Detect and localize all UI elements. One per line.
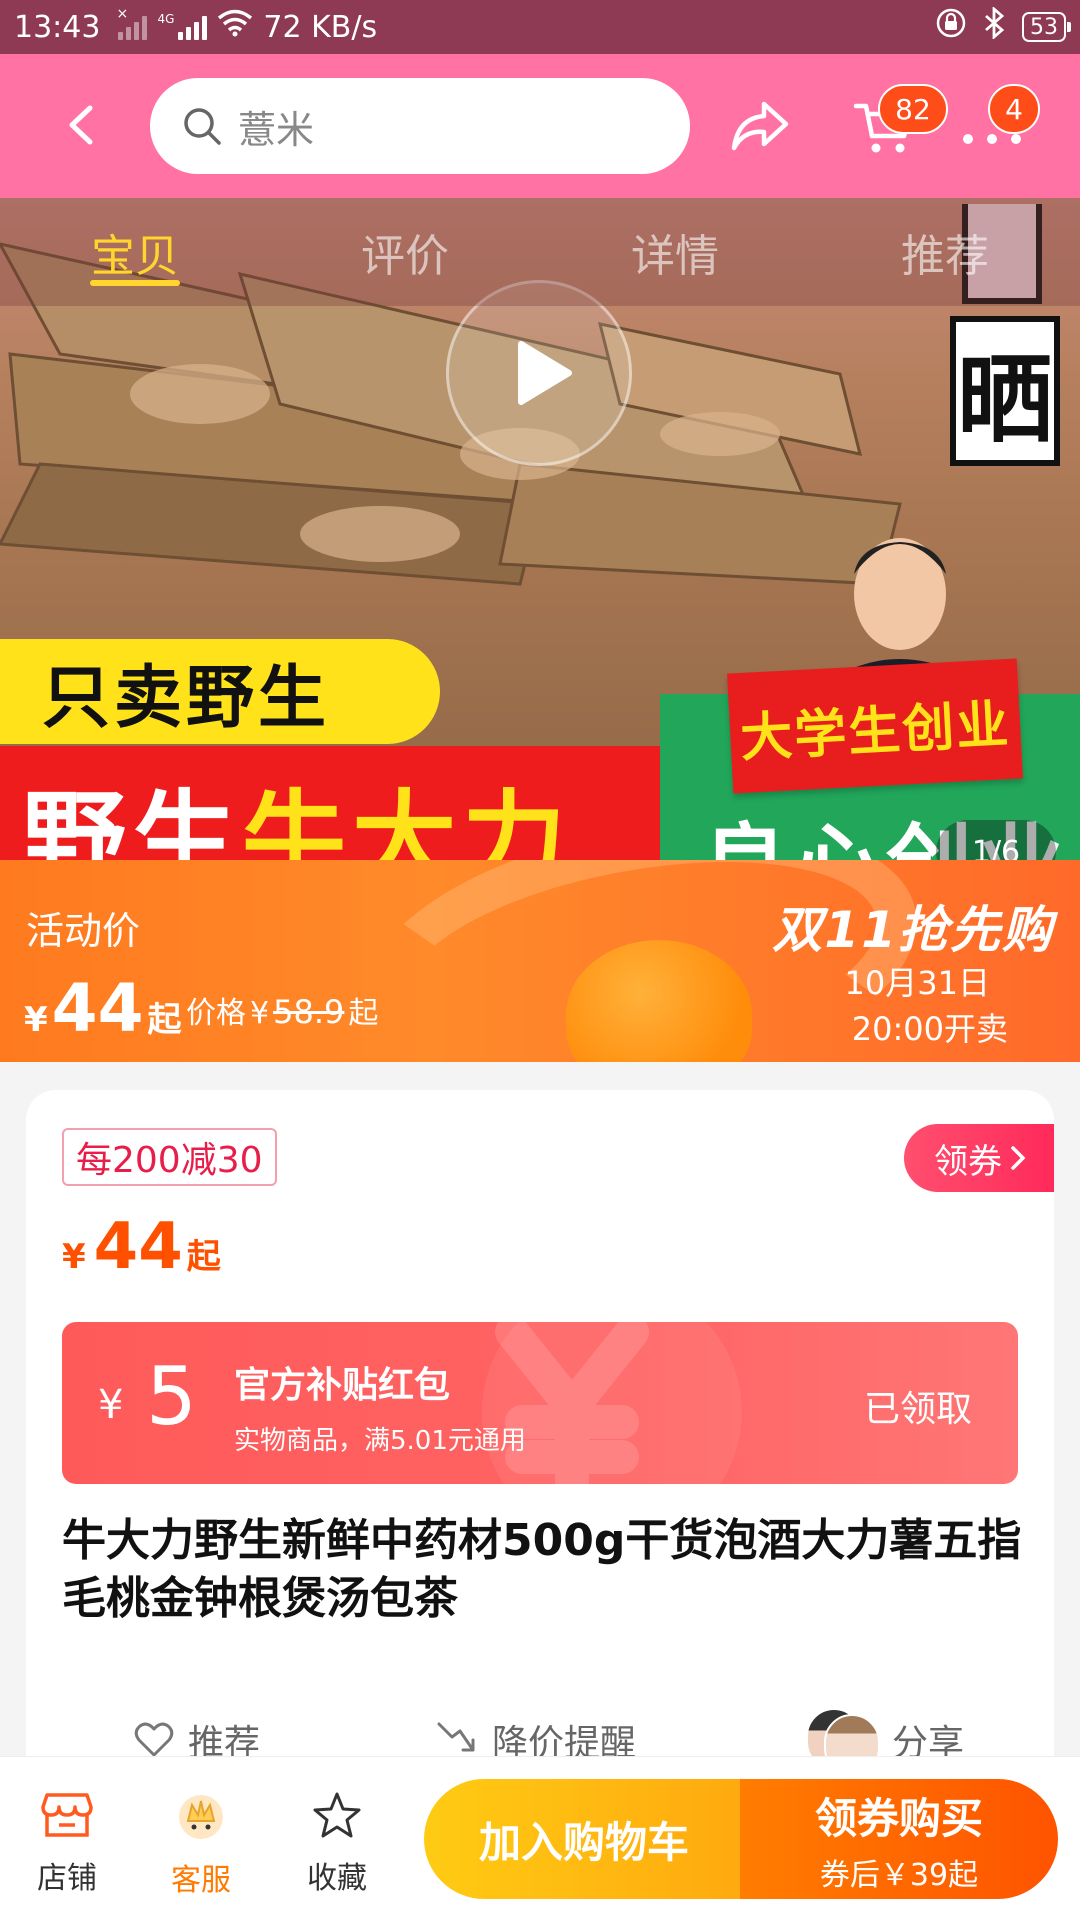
battery-icon: 53 [1022,12,1071,42]
sign-text: 晒 [950,316,1060,466]
price-suffix: 起 [186,1237,221,1277]
favorite-label: 收藏 [307,1861,367,1896]
buy-label: 领券购买 [814,1793,983,1843]
claim-coupon-label: 领券 [934,1141,1002,1182]
activity-price-label: 活动价 [26,909,141,953]
red-packet-amount: 5 [146,1350,197,1443]
red-packet-banner[interactable]: ¥ 5 官方补贴红包 实物商品，满5.01元通用 已领取 [62,1322,1018,1484]
network-type: 4G [157,12,175,26]
star-icon [313,1792,361,1838]
message-badge: 4 [988,84,1040,134]
product-price: ¥ 44 起 [62,1210,221,1284]
original-price-suffix: 起 [348,996,379,1031]
price-suffix: 起 [147,1000,182,1040]
search-placeholder: 薏米 [238,107,315,152]
tab-item[interactable]: 宝贝 [0,198,270,306]
cart-badge: 82 [878,84,948,134]
original-price-value: 58.9 [273,993,345,1031]
red-packet-subtitle: 实物商品，满5.01元通用 [234,1426,526,1456]
detail-tabs: 宝贝 评价 详情 推荐 [0,198,1080,306]
heart-icon [134,1722,174,1757]
network-speed: 72 KB/s [263,9,378,45]
activity-price: ¥ 44 起 [24,970,182,1047]
price-value: 44 [93,1210,183,1284]
chevron-right-icon [1011,1146,1026,1170]
currency-symbol: ¥ [24,1000,48,1040]
share-icon[interactable] [730,98,790,154]
add-to-cart-label: 加入购物车 [478,1817,689,1867]
wifi-icon [217,9,253,45]
customer-service-icon [179,1795,223,1839]
bottom-action-bar: 店铺 客服 收藏 加入购物车 领券购买 券后￥39起 [0,1756,1080,1920]
status-bar: 13:43 × 4G 72 KB/s 53 [0,0,1080,54]
event-time: 20:00开卖 [851,1010,1008,1048]
search-icon [184,108,221,145]
event-date: 10月31日 [844,964,990,1002]
currency-symbol: ¥ [62,1237,86,1277]
event-title: 双11抢先购 [772,901,1054,959]
product-title: 牛大力野生新鲜中药材500g干货泡酒大力薯五指毛桃金钟根煲汤包茶 [62,1515,1022,1624]
tab-details[interactable]: 详情 [540,198,810,306]
claim-coupon-button[interactable]: 领券 [904,1124,1054,1192]
tab-reviews[interactable]: 评价 [270,198,540,306]
signal-icon [178,14,208,40]
price-drop-icon [437,1722,475,1752]
banner-wild-niudali: 野生 牛大力 [0,746,660,860]
status-time: 13:43 [14,9,101,45]
original-price-label: 价格 [186,996,246,1031]
customer-service-label: 客服 [171,1863,231,1898]
buy-with-coupon-button[interactable]: 领券购买 券后￥39起 [740,1779,1058,1899]
red-packet-currency: ¥ [98,1382,124,1428]
bluetooth-icon [982,5,1006,47]
no-sim-icon: × [116,6,148,40]
banner-only-wild: 只卖野生 [0,639,440,744]
favorite-button[interactable]: 收藏 [282,1791,392,1897]
add-to-cart-button[interactable]: 加入购物车 [424,1779,744,1899]
coupon-tag: 每200减30 [62,1128,277,1186]
play-icon [518,341,572,405]
banner-flag: 大学生创业 [727,658,1023,794]
back-icon[interactable] [58,100,108,150]
top-header: 薏米 82 4 [0,54,1080,198]
product-info-card: 每200减30 领券 ¥ 44 起 ¥ 5 官方补贴红包 实物商品，满5.01元… [26,1090,1054,1790]
banner-red-yellow-text: 牛大力 [242,778,573,861]
image-page-indicator: 1/6 [936,820,1056,860]
lock-icon [936,8,966,46]
yen-watermark-icon [495,1322,649,1484]
original-price: 价格 ¥ 58.9 起 [186,988,378,1032]
promo-banner: 活动价 ¥ 44 起 价格 ¥ 58.9 起 双11抢先购 10月31日 20:… [0,860,1080,1062]
status-left-icons: × 4G 72 KB/s [116,6,378,45]
red-packet-status: 已领取 [863,1389,972,1430]
store-button[interactable]: 店铺 [12,1791,122,1897]
red-packet-title: 官方补贴红包 [234,1365,451,1406]
customer-service-button[interactable]: 客服 [146,1791,256,1899]
store-icon [41,1793,93,1837]
store-label: 店铺 [37,1861,97,1896]
banner-red-white-text: 野生 [22,778,243,861]
battery-level: 53 [1030,14,1058,40]
price-value: 44 [51,970,144,1047]
play-video-button[interactable] [446,280,632,466]
tab-recommend[interactable]: 推荐 [810,198,1080,306]
original-currency: ¥ [250,996,270,1031]
search-input[interactable]: 薏米 [150,78,690,174]
buy-sub-label: 券后￥39起 [819,1857,979,1893]
